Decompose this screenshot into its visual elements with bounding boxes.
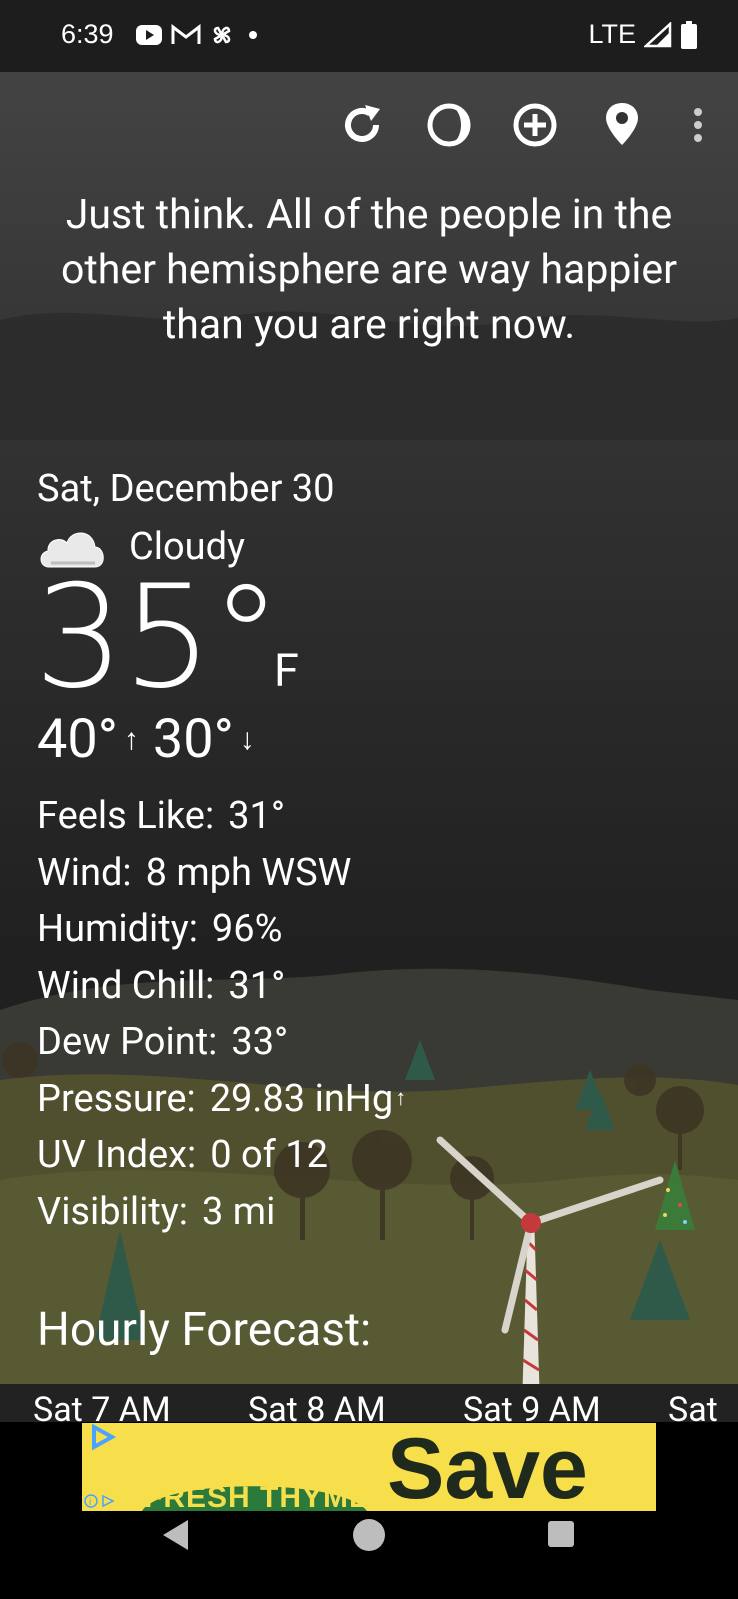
temperature-row: 35° F [34,558,406,718]
hourly-forecast-title: Hourly Forecast: [37,1303,372,1357]
location-button[interactable] [587,90,657,160]
detail-visibility: Visibility: 3 mi [37,1189,276,1234]
detail-pressure: Pressure: 29.83 inHg ↑ [37,1071,406,1128]
pressure-trend-icon: ↑ [395,1085,407,1111]
location-pin-icon [606,103,638,145]
hourly-item[interactable]: Sat 9 AM [463,1390,601,1422]
detail-wind-chill: Wind Chill: 31° [37,963,286,1008]
current-weather: Sat, December 30 Cloudy 35° F 40° ↑ 30° … [34,462,406,1240]
detail-uv-index: UV Index: 0 of 12 [37,1133,329,1177]
weather-details: Feels Like: 31° Wind: 8 mph WSW Humidity: 9… [37,788,406,1240]
detail-feels-like: Feels Like: 31° [37,794,286,838]
add-location-button[interactable] [500,90,570,160]
adchoices-icon[interactable]: i [84,1493,118,1509]
detail-humidity: Humidity: 96% [37,907,283,951]
add-location-icon [513,103,557,147]
youtube-icon [136,25,162,45]
temperature-unit[interactable]: F [274,644,299,697]
moon-phase-icon [427,103,471,147]
weather-quote: Just think. All of the people in the oth… [60,191,677,349]
clock: 6:39 [61,19,114,49]
detail-dew-point: Dew Point: 33° [37,1020,289,1064]
svg-text:i: i [89,1497,91,1508]
detail-wind: Wind: 8 mph WSW [37,850,352,895]
moon-phase-button[interactable] [414,90,484,160]
gmail-icon [171,24,201,44]
ad-headline: Save [387,1423,588,1511]
pinwheel-icon [213,26,231,44]
current-temperature: 35° [34,555,282,720]
more-options-button[interactable] [663,90,733,160]
ad-banner[interactable]: i FRESH THYME Save [82,1423,656,1511]
recents-icon[interactable] [547,1520,575,1548]
network-label: LTE [588,19,636,49]
hourly-item[interactable]: Sat 7 AM [33,1390,171,1422]
battery-icon [681,20,697,49]
back-icon[interactable] [160,1518,192,1552]
more-vert-icon [694,108,702,142]
dot-icon [249,31,257,39]
refresh-icon [345,105,380,142]
hourly-item[interactable]: Sat [668,1390,718,1422]
toolbar [0,90,738,160]
forecast-date: Sat, December 30 [37,467,335,511]
status-bar: 6:39 LTE [0,0,738,72]
refresh-button[interactable] [327,90,397,160]
home-icon[interactable] [352,1518,386,1552]
hourly-forecast-strip[interactable]: Sat 7 AM Sat 8 AM Sat 9 AM Sat [0,1384,738,1422]
signal-icon [644,21,672,47]
ad-brand: FRESH THYME [144,1481,371,1511]
hourly-item[interactable]: Sat 8 AM [248,1390,386,1422]
